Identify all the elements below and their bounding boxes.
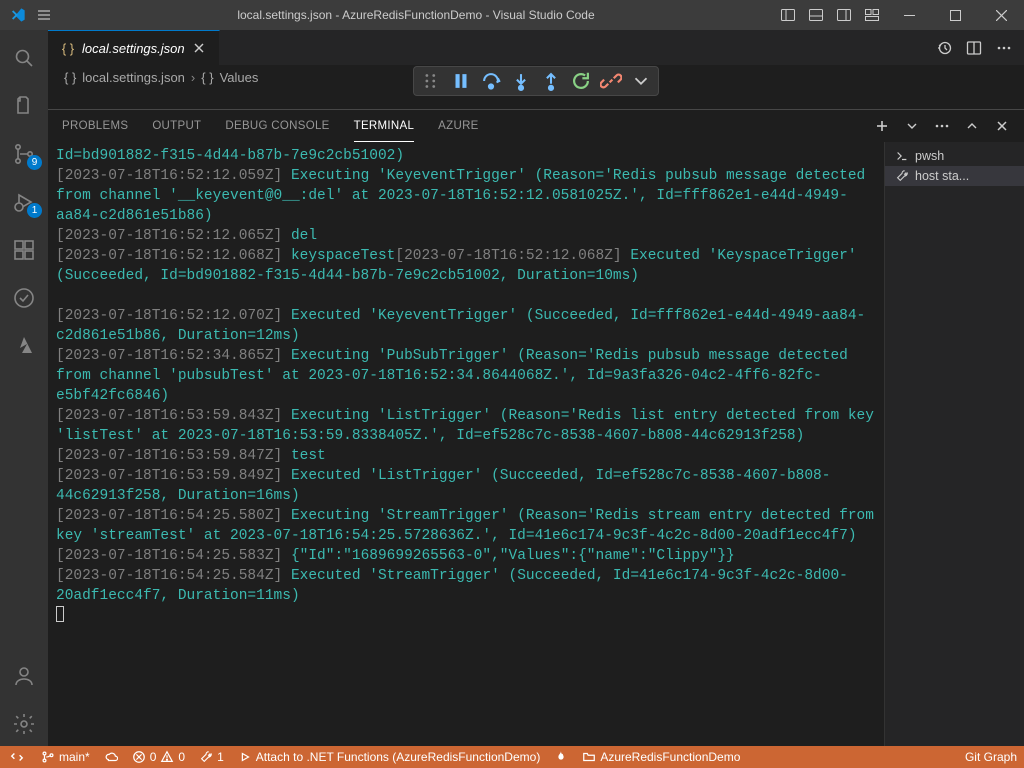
- terminal-list: pwsh host sta...: [884, 142, 1024, 746]
- split-editor-icon[interactable]: [966, 40, 982, 56]
- breadcrumb-segment[interactable]: Values: [220, 70, 259, 85]
- bottom-panel: PROBLEMS OUTPUT DEBUG CONSOLE TERMINAL A…: [48, 109, 1024, 746]
- more-icon[interactable]: [996, 40, 1012, 56]
- history-icon[interactable]: [936, 40, 952, 56]
- debug-badge: 1: [27, 203, 42, 218]
- hot-reload-indicator[interactable]: [547, 746, 575, 768]
- problems-indicator[interactable]: 0 0: [125, 746, 192, 768]
- chevron-down-icon[interactable]: [904, 118, 920, 134]
- pause-icon[interactable]: [450, 70, 472, 92]
- disconnect-icon[interactable]: [600, 70, 622, 92]
- run-debug-activity[interactable]: 1: [0, 180, 48, 224]
- tasks-indicator[interactable]: 1: [192, 746, 231, 768]
- tab-label: local.settings.json: [82, 41, 185, 56]
- panel-left-icon[interactable]: [780, 7, 796, 23]
- sync-indicator[interactable]: [97, 746, 125, 768]
- branch-indicator[interactable]: main*: [34, 746, 97, 768]
- restart-icon[interactable]: [570, 70, 592, 92]
- azure-activity[interactable]: [0, 324, 48, 368]
- function-app-indicator[interactable]: AzureRedisFunctionDemo: [575, 746, 747, 768]
- editor-tabs: { } local.settings.json: [48, 30, 1024, 65]
- debug-more-icon[interactable]: [630, 70, 652, 92]
- drag-handle-icon[interactable]: [420, 70, 442, 92]
- terminal-item-pwsh[interactable]: pwsh: [885, 146, 1024, 166]
- activity-bar: 9 1: [0, 30, 48, 746]
- explorer-activity[interactable]: [0, 84, 48, 128]
- tab-azure[interactable]: AZURE: [438, 110, 478, 142]
- cloud-icon: [104, 750, 118, 764]
- tab-problems[interactable]: PROBLEMS: [62, 110, 128, 142]
- json-braces-icon: { }: [64, 70, 76, 85]
- search-activity[interactable]: [0, 36, 48, 80]
- more-icon[interactable]: [934, 118, 950, 134]
- title-bar: local.settings.json - AzureRedisFunction…: [0, 0, 1024, 30]
- terminal-icon: [895, 149, 909, 163]
- scm-badge: 9: [27, 155, 42, 170]
- folder-icon: [582, 750, 596, 764]
- terminal-item-host[interactable]: host sta...: [885, 166, 1024, 186]
- tab-terminal[interactable]: TERMINAL: [354, 110, 415, 142]
- json-braces-icon: { }: [201, 70, 213, 85]
- close-button[interactable]: [978, 0, 1024, 30]
- minimize-button[interactable]: [886, 0, 932, 30]
- maximize-button[interactable]: [932, 0, 978, 30]
- tools-icon: [895, 169, 909, 183]
- debug-toolbar[interactable]: [413, 66, 659, 96]
- settings-activity[interactable]: [0, 702, 48, 746]
- debug-alt-icon: [238, 750, 252, 764]
- extensions-activity[interactable]: [0, 228, 48, 272]
- step-out-icon[interactable]: [540, 70, 562, 92]
- window-title: local.settings.json - AzureRedisFunction…: [52, 8, 780, 22]
- tab-local-settings[interactable]: { } local.settings.json: [48, 30, 220, 65]
- terminal-label: pwsh: [915, 149, 944, 163]
- warning-icon: [160, 750, 174, 764]
- layout-customize-icon[interactable]: [864, 7, 880, 23]
- status-bar: main* 0 0 1 Attach to .NET Functions (Az…: [0, 746, 1024, 768]
- menu-icon[interactable]: [36, 7, 52, 23]
- error-icon: [132, 750, 146, 764]
- step-over-icon[interactable]: [480, 70, 502, 92]
- chevron-up-icon[interactable]: [964, 118, 980, 134]
- accounts-activity[interactable]: [0, 654, 48, 698]
- terminal-cursor: [56, 606, 64, 622]
- close-panel-icon[interactable]: [994, 118, 1010, 134]
- git-graph[interactable]: Git Graph: [958, 746, 1024, 768]
- testing-activity[interactable]: [0, 276, 48, 320]
- terminal-output[interactable]: Id=bd901882-f315-4d44-b87b-7e9c2cb51002)…: [48, 142, 884, 746]
- tab-output[interactable]: OUTPUT: [152, 110, 201, 142]
- step-into-icon[interactable]: [510, 70, 532, 92]
- panel-right-icon[interactable]: [836, 7, 852, 23]
- debug-target-indicator[interactable]: Attach to .NET Functions (AzureRedisFunc…: [231, 746, 548, 768]
- scm-activity[interactable]: 9: [0, 132, 48, 176]
- branch-label: main*: [59, 750, 90, 764]
- vscode-logo-icon: [10, 7, 26, 23]
- panel-bottom-icon[interactable]: [808, 7, 824, 23]
- close-tab-icon[interactable]: [191, 40, 207, 56]
- json-braces-icon: { }: [60, 40, 76, 56]
- branch-icon: [41, 750, 55, 764]
- tools-icon: [199, 750, 213, 764]
- terminal-label: host sta...: [915, 169, 969, 183]
- remote-indicator[interactable]: [0, 746, 34, 768]
- tab-debug-console[interactable]: DEBUG CONSOLE: [225, 110, 329, 142]
- breadcrumb-file[interactable]: local.settings.json: [82, 70, 185, 85]
- new-terminal-icon[interactable]: [874, 118, 890, 134]
- flame-icon: [554, 750, 568, 764]
